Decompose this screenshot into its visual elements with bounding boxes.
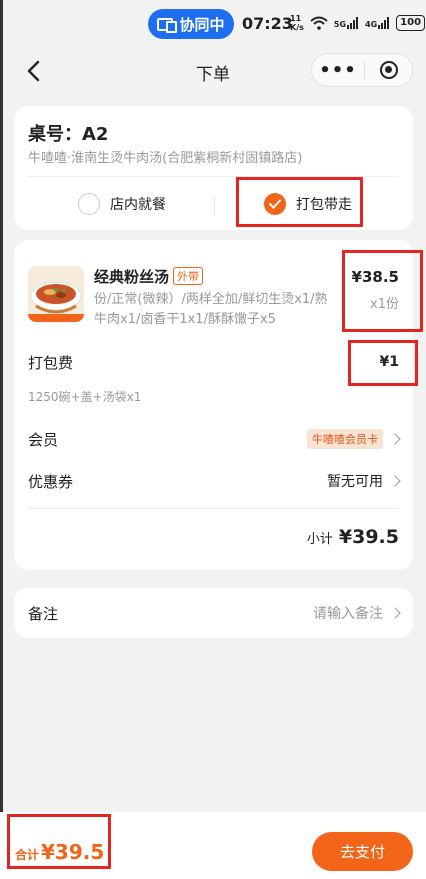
annotation-box-packing — [348, 340, 418, 386]
more-menu-button[interactable]: ••• — [312, 60, 364, 81]
radio-unchecked-icon — [78, 193, 100, 215]
status-bar: 协同中 07:23 11 K/s 5G 4G 100 — [0, 0, 426, 48]
remark-card[interactable]: 备注 请输入备注 — [14, 588, 413, 638]
packing-fee-detail: 1250碗+盖+汤袋x1 — [28, 390, 142, 404]
item-name-text: 经典粉丝汤 — [94, 268, 170, 286]
system-icons: 11 K/s 5G 4G 100 — [290, 14, 426, 32]
net-speed: 11 K/s — [290, 14, 304, 32]
food-image — [28, 266, 84, 322]
table-number: 桌号：A2 — [28, 124, 109, 145]
pay-button[interactable]: 去支付 — [312, 832, 413, 871]
screen-cast-pill[interactable]: 协同中 — [148, 9, 234, 39]
remark-input[interactable]: 请输入备注 — [313, 603, 401, 623]
checkout-bar: 合计 ¥39.5 去支付 — [0, 812, 426, 879]
net-speed-unit: K/s — [290, 23, 304, 32]
item-spec: 份/正常(微辣）/两样全加/鲜切生烫x1/熟牛肉x1/卤香干1x1/酥酥馓子x5 — [94, 292, 328, 327]
window-edge — [0, 0, 3, 879]
chevron-right-icon — [389, 475, 401, 487]
takeaway-tag: 外带 — [173, 267, 204, 285]
subtotal-value: ¥39.5 — [338, 526, 399, 548]
cast-label: 协同中 — [179, 15, 225, 34]
target-icon — [379, 61, 398, 79]
signal-4g: 4G — [365, 17, 390, 29]
chevron-right-icon — [389, 607, 401, 619]
miniprogram-capsule: ••• — [311, 53, 413, 87]
net-speed-value: 11 — [290, 14, 302, 23]
battery-icon: 100 — [396, 15, 426, 31]
annotation-box-takeaway — [236, 177, 363, 227]
member-label: 会员 — [28, 431, 59, 449]
member-row[interactable]: 牛喳喳会员卡 — [307, 429, 401, 449]
close-miniprogram-button[interactable] — [365, 61, 412, 79]
table-card: 桌号：A2 牛喳喳·淮南生烫牛肉汤(合肥紫桐新村固镇路店) 店内就餐 打包带走 — [14, 106, 413, 230]
signal-5g: 5G — [334, 17, 359, 29]
subtotal: 小计 ¥39.5 — [307, 526, 399, 548]
status-time: 07:23 — [242, 14, 293, 33]
cast-icon — [157, 17, 178, 33]
option-separator — [214, 195, 215, 215]
signal-bars-icon — [378, 17, 390, 29]
remark-label: 备注 — [28, 605, 59, 623]
remark-placeholder: 请输入备注 — [313, 606, 383, 622]
divider — [28, 508, 399, 509]
annotation-box-total — [7, 814, 111, 869]
nav-bar: 下单 ••• — [0, 48, 426, 94]
signal-4g-label: 4G — [365, 20, 378, 29]
option-dine-in[interactable]: 店内就餐 — [78, 189, 166, 219]
coupon-label: 优惠券 — [28, 473, 74, 491]
option-dine-in-label: 店内就餐 — [110, 197, 166, 213]
item-name: 经典粉丝汤 外带 — [94, 266, 204, 287]
order-items-card: 经典粉丝汤 外带 份/正常(微辣）/两样全加/鲜切生烫x1/熟牛肉x1/卤香干1x… — [14, 240, 423, 570]
signal-bars-icon — [347, 17, 359, 29]
store-name: 牛喳喳·淮南生烫牛肉汤(合肥紫桐新村固镇路店) — [28, 151, 303, 166]
member-card-badge: 牛喳喳会员卡 — [307, 429, 383, 449]
packing-fee-label: 打包费 — [28, 354, 74, 372]
coupon-value: 暂无可用 — [327, 474, 383, 490]
wifi-icon — [310, 16, 328, 30]
signal-5g-label: 5G — [333, 20, 347, 29]
annotation-box-price — [342, 250, 423, 332]
chevron-right-icon — [389, 433, 401, 445]
coupon-row[interactable]: 暂无可用 — [327, 471, 401, 491]
subtotal-label: 小计 — [306, 532, 333, 547]
